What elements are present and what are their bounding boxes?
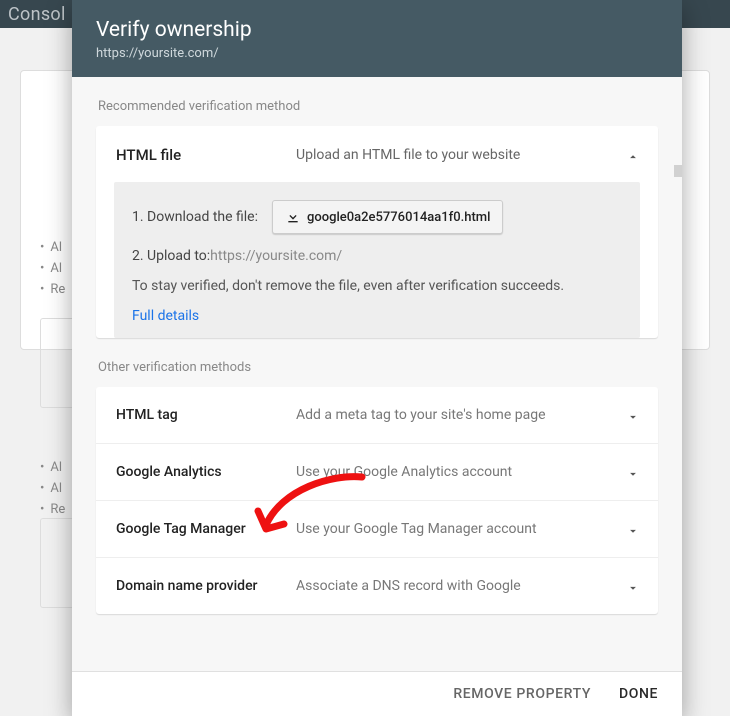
html-file-details: 1. Download the file: google0a2e5776014a… <box>114 182 640 338</box>
chevron-down-icon <box>626 409 638 421</box>
download-file-button[interactable]: google0a2e5776014aa1f0.html <box>272 200 503 234</box>
step-2: 2. Upload to: https://yoursite.com/ <box>132 248 622 264</box>
html-file-header[interactable]: HTML file Upload an HTML file to your we… <box>96 126 658 182</box>
background-list: Al Al Re <box>40 238 65 300</box>
method-name: Google Tag Manager <box>116 521 296 537</box>
html-file-card: HTML file Upload an HTML file to your we… <box>96 126 658 338</box>
chevron-down-icon <box>626 466 638 478</box>
method-name: HTML file <box>116 146 296 164</box>
method-name: Google Analytics <box>116 464 296 480</box>
method-html-tag[interactable]: HTML tag Add a meta tag to your site's h… <box>96 387 658 444</box>
method-desc: Associate a DNS record with Google <box>296 578 626 594</box>
full-details-link[interactable]: Full details <box>132 308 622 324</box>
method-desc: Use your Google Tag Manager account <box>296 521 626 537</box>
dialog-body[interactable]: Recommended verification method HTML fil… <box>72 77 682 671</box>
chevron-down-icon <box>626 580 638 592</box>
chevron-up-icon <box>626 149 638 161</box>
app-name: Consol <box>8 4 66 25</box>
download-icon <box>285 209 301 225</box>
method-desc: Upload an HTML file to your website <box>296 147 626 163</box>
step2-label: 2. Upload to: <box>132 248 210 264</box>
other-methods-card: HTML tag Add a meta tag to your site's h… <box>96 387 658 614</box>
verification-note: To stay verified, don't remove the file,… <box>132 278 622 294</box>
remove-property-button[interactable]: REMOVE PROPERTY <box>453 686 591 702</box>
dialog-footer: REMOVE PROPERTY DONE <box>72 671 682 716</box>
upload-url: https://yoursite.com/ <box>210 248 342 264</box>
done-button[interactable]: DONE <box>619 686 658 702</box>
method-domain-provider[interactable]: Domain name provider Associate a DNS rec… <box>96 558 658 614</box>
step-1: 1. Download the file: google0a2e5776014a… <box>132 200 622 234</box>
download-filename: google0a2e5776014aa1f0.html <box>307 210 490 225</box>
method-google-tag-manager[interactable]: Google Tag Manager Use your Google Tag M… <box>96 501 658 558</box>
recommended-label: Recommended verification method <box>98 99 658 114</box>
method-name: HTML tag <box>116 407 296 423</box>
chevron-down-icon <box>626 523 638 535</box>
step1-label: 1. Download the file: <box>132 209 258 225</box>
dialog-header: Verify ownership https://yoursite.com/ <box>72 0 682 77</box>
method-google-analytics[interactable]: Google Analytics Use your Google Analyti… <box>96 444 658 501</box>
method-name: Domain name provider <box>116 578 296 594</box>
dialog-title: Verify ownership <box>96 18 658 42</box>
scrollbar[interactable] <box>674 165 682 177</box>
other-methods-label: Other verification methods <box>98 360 658 375</box>
background-list-2: Al Al Re <box>40 458 65 520</box>
verify-ownership-dialog: Verify ownership https://yoursite.com/ R… <box>72 0 682 716</box>
method-desc: Use your Google Analytics account <box>296 464 626 480</box>
dialog-subtitle: https://yoursite.com/ <box>96 46 658 61</box>
method-desc: Add a meta tag to your site's home page <box>296 407 626 423</box>
